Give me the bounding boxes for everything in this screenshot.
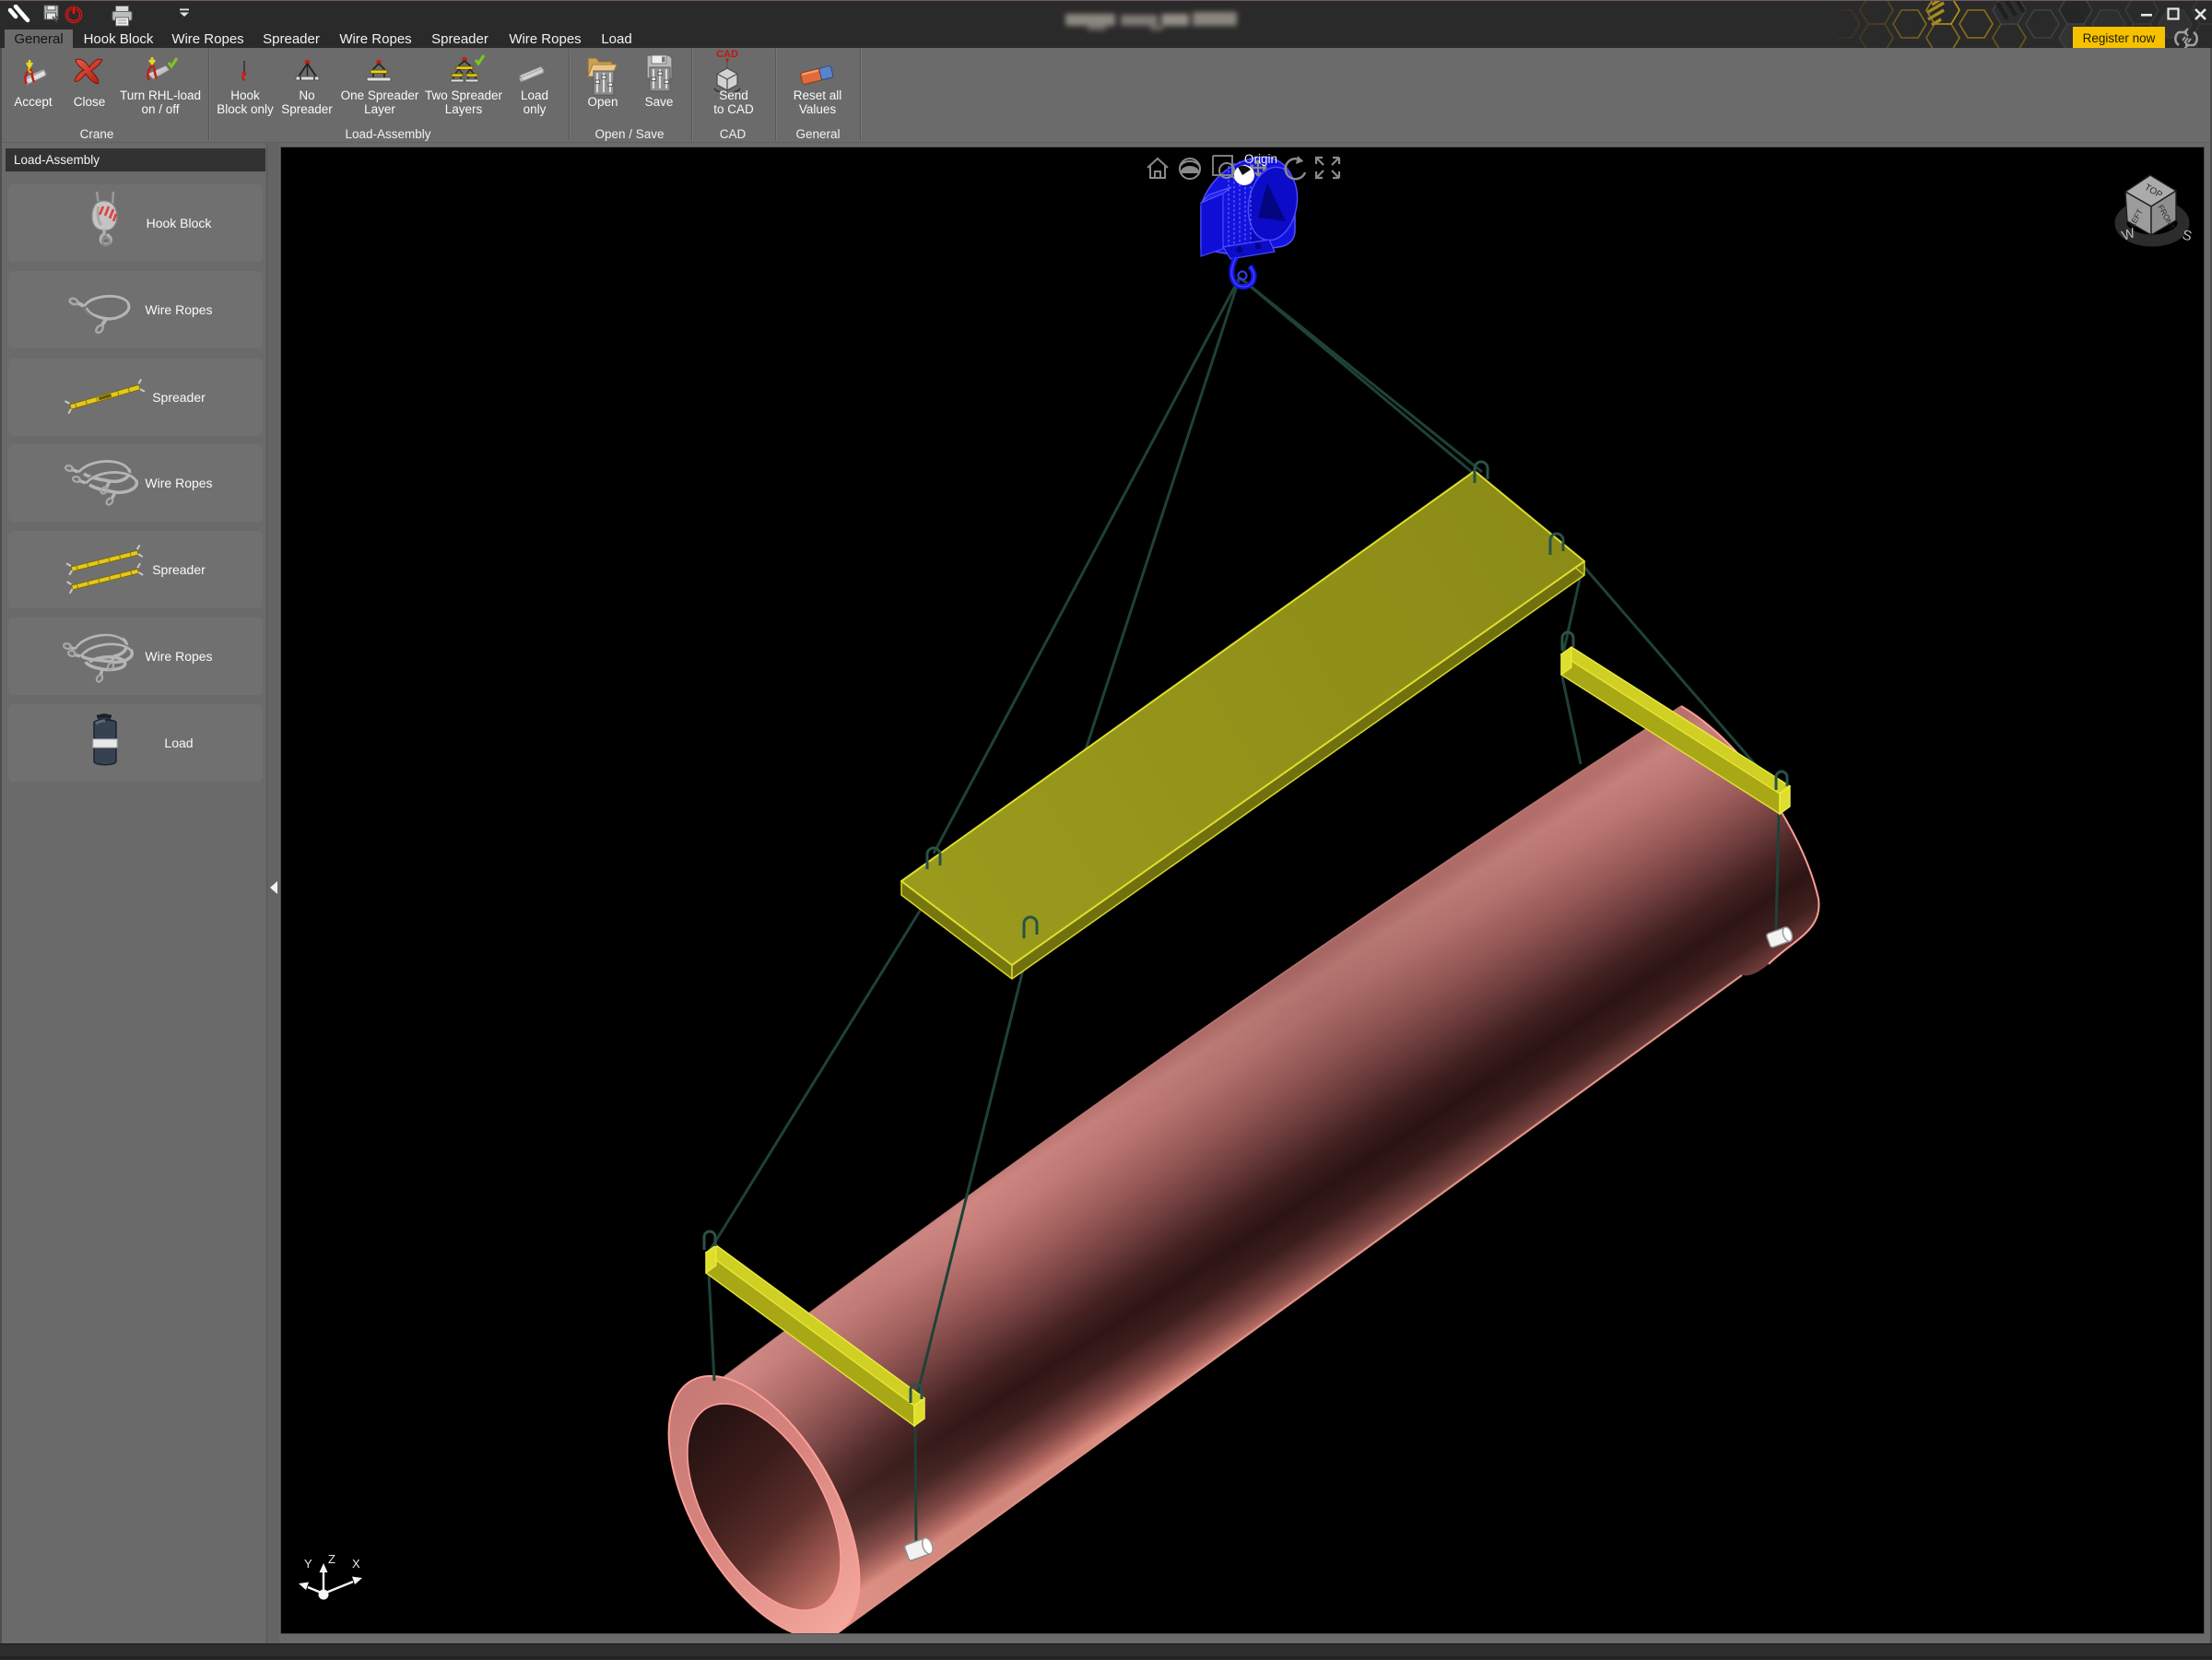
svg-text:CAD: CAD	[716, 49, 738, 60]
svg-text:Z: Z	[328, 1552, 335, 1566]
svg-text:X: X	[352, 1557, 360, 1571]
svg-text:Y: Y	[304, 1557, 312, 1571]
svg-text:Origin: Origin	[1244, 152, 1277, 166]
